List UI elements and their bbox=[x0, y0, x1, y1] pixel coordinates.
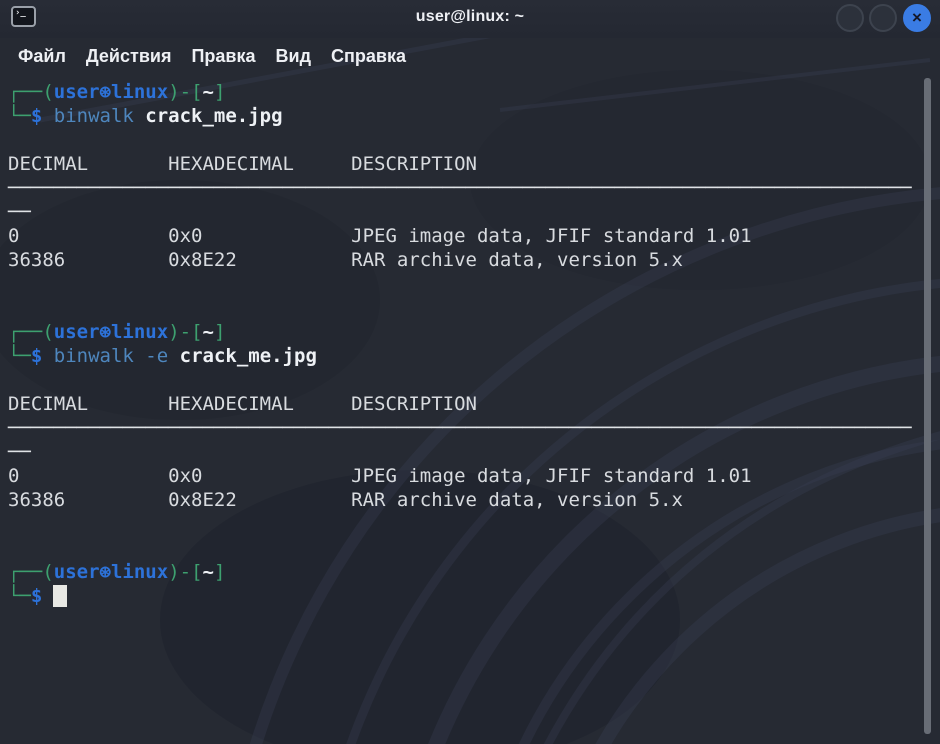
cell-description: JPEG image data, JFIF standard 1.01 bbox=[351, 225, 751, 247]
titlebar: ›_ user@linux: ~ × bbox=[0, 0, 940, 38]
cell-description: JPEG image data, JFIF standard 1.01 bbox=[351, 465, 751, 487]
menu-view[interactable]: Вид bbox=[266, 44, 322, 69]
prompt-path: ~ bbox=[203, 561, 214, 583]
menu-file[interactable]: Файл bbox=[8, 44, 76, 69]
prompt-at-icon: ⊛ bbox=[100, 561, 111, 583]
command-line-2: └─$ binwalk -e crack_me.jpg bbox=[8, 344, 916, 368]
header-hexadecimal: HEXADECIMAL bbox=[168, 392, 351, 416]
scrollbar-thumb[interactable] bbox=[924, 78, 931, 734]
prompt-line-3: ┌──(user⊛linux)-[~] bbox=[8, 560, 916, 584]
menubar: Файл Действия Правка Вид Справка bbox=[0, 38, 940, 74]
prompt-frame: └─ bbox=[8, 585, 31, 607]
cell-hex: 0x8E22 bbox=[168, 248, 351, 272]
prompt-dollar: $ bbox=[31, 345, 42, 367]
prompt-line-1: ┌──(user⊛linux)-[~] bbox=[8, 80, 916, 104]
prompt-host: linux bbox=[111, 81, 168, 103]
blank-line bbox=[8, 296, 916, 320]
blank-line bbox=[8, 128, 916, 152]
minimize-button[interactable] bbox=[836, 4, 864, 32]
cell-hex: 0x0 bbox=[168, 464, 351, 488]
prompt-user: user bbox=[54, 321, 100, 343]
prompt-line-2: ┌──(user⊛linux)-[~] bbox=[8, 320, 916, 344]
table-row: 00x0JPEG image data, JFIF standard 1.01 bbox=[8, 224, 916, 248]
cell-description: RAR archive data, version 5.x bbox=[351, 249, 683, 271]
prompt-frame: )-[ bbox=[168, 561, 202, 583]
prompt-path: ~ bbox=[203, 321, 214, 343]
table-header: DECIMALHEXADECIMALDESCRIPTION bbox=[8, 152, 916, 176]
cell-decimal: 0 bbox=[8, 224, 168, 248]
prompt-frame: ┌──( bbox=[8, 561, 54, 583]
prompt-frame: └─ bbox=[8, 345, 31, 367]
blank-line bbox=[8, 536, 916, 560]
prompt-at-icon: ⊛ bbox=[100, 81, 111, 103]
prompt-frame: )-[ bbox=[168, 81, 202, 103]
cell-description: RAR archive data, version 5.x bbox=[351, 489, 683, 511]
header-decimal: DECIMAL bbox=[8, 152, 168, 176]
command-argument: crack_me.jpg bbox=[180, 345, 317, 367]
prompt-frame: ] bbox=[214, 561, 225, 583]
terminal-cursor bbox=[53, 585, 67, 607]
command-text: binwalk -e bbox=[42, 345, 179, 367]
separator: ────────────────────────────────────────… bbox=[8, 416, 916, 440]
prompt-frame: )-[ bbox=[168, 321, 202, 343]
prompt-path: ~ bbox=[203, 81, 214, 103]
menu-help[interactable]: Справка bbox=[321, 44, 416, 69]
command-line-1: └─$ binwalk crack_me.jpg bbox=[8, 104, 916, 128]
cell-hex: 0x8E22 bbox=[168, 488, 351, 512]
prompt-frame: ┌──( bbox=[8, 321, 54, 343]
header-hexadecimal: HEXADECIMAL bbox=[168, 152, 351, 176]
close-icon: × bbox=[912, 8, 922, 27]
prompt-host: linux bbox=[111, 561, 168, 583]
header-description: DESCRIPTION bbox=[351, 153, 477, 175]
separator-wrap: ── bbox=[8, 200, 916, 224]
table-row: 00x0JPEG image data, JFIF standard 1.01 bbox=[8, 464, 916, 488]
prompt-frame: ] bbox=[214, 81, 225, 103]
cell-decimal: 0 bbox=[8, 464, 168, 488]
cell-decimal: 36386 bbox=[8, 488, 168, 512]
prompt-at-icon: ⊛ bbox=[100, 321, 111, 343]
maximize-button[interactable] bbox=[869, 4, 897, 32]
prompt-host: linux bbox=[111, 321, 168, 343]
terminal-viewport[interactable]: ┌──(user⊛linux)-[~] └─$ binwalk crack_me… bbox=[0, 74, 940, 744]
prompt-frame: ] bbox=[214, 321, 225, 343]
separator-wrap: ── bbox=[8, 440, 916, 464]
cell-decimal: 36386 bbox=[8, 248, 168, 272]
table-row: 363860x8E22RAR archive data, version 5.x bbox=[8, 488, 916, 512]
window-title: user@linux: ~ bbox=[0, 8, 940, 26]
cell-hex: 0x0 bbox=[168, 224, 351, 248]
header-decimal: DECIMAL bbox=[8, 392, 168, 416]
table-row: 363860x8E22RAR archive data, version 5.x bbox=[8, 248, 916, 272]
prompt-dollar: $ bbox=[31, 105, 42, 127]
header-description: DESCRIPTION bbox=[351, 393, 477, 415]
prompt-user: user bbox=[54, 81, 100, 103]
close-button[interactable]: × bbox=[903, 4, 931, 32]
command-argument: crack_me.jpg bbox=[145, 105, 282, 127]
prompt-frame: ┌──( bbox=[8, 81, 54, 103]
blank-line bbox=[8, 272, 916, 296]
command-text: binwalk bbox=[42, 105, 145, 127]
blank-line bbox=[8, 368, 916, 392]
menu-actions[interactable]: Действия bbox=[76, 44, 182, 69]
prompt-dollar: $ bbox=[31, 585, 42, 607]
prompt-user: user bbox=[54, 561, 100, 583]
input-line[interactable]: └─$ bbox=[8, 584, 916, 608]
menu-edit[interactable]: Правка bbox=[181, 44, 265, 69]
table-header: DECIMALHEXADECIMALDESCRIPTION bbox=[8, 392, 916, 416]
prompt-frame: └─ bbox=[8, 105, 31, 127]
scrollbar-track[interactable] bbox=[923, 76, 932, 740]
separator: ────────────────────────────────────────… bbox=[8, 176, 916, 200]
blank-line bbox=[8, 512, 916, 536]
